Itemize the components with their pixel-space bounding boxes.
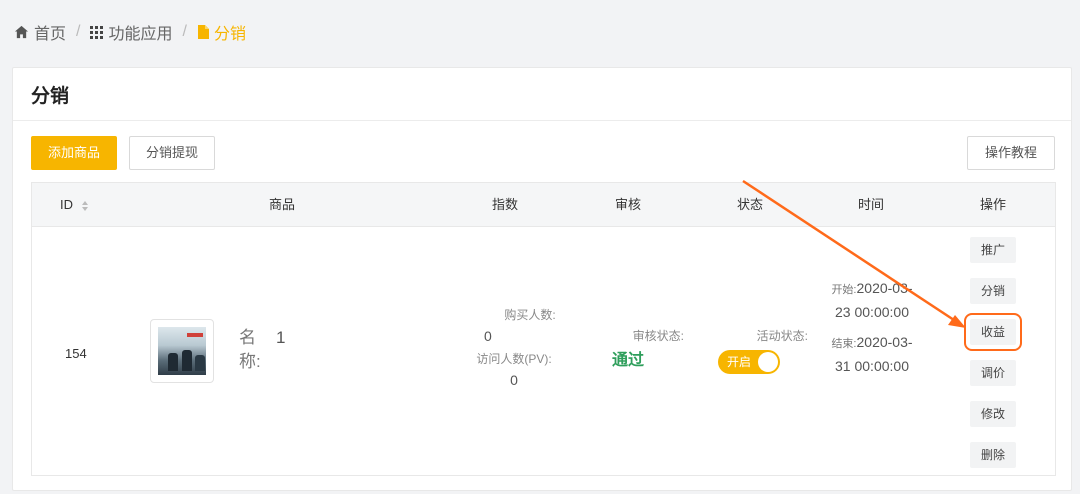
column-header-index: 指数 bbox=[492, 197, 519, 212]
start-time: 开始:2020-03-23 00:00:00 bbox=[827, 277, 917, 323]
home-icon bbox=[14, 25, 29, 39]
add-product-button[interactable]: 添加商品 bbox=[31, 136, 117, 170]
breadcrumb-current: 分销 bbox=[197, 20, 246, 44]
audit-status: 审核状态: 通过 bbox=[612, 327, 722, 370]
column-header-audit: 审核 bbox=[615, 197, 642, 212]
earnings-button[interactable]: 收益 bbox=[964, 313, 1022, 351]
card-header: 分销 bbox=[13, 68, 1071, 121]
grid-icon bbox=[90, 25, 104, 39]
withdraw-button[interactable]: 分销提现 bbox=[129, 136, 215, 170]
breadcrumb-home[interactable]: 首页 bbox=[14, 20, 66, 44]
table-row: 154 名称: 1 购买人数: 0 访问人数(PV): 0 审核状态: 通过 活… bbox=[32, 227, 1055, 476]
product-name-value: 1 bbox=[276, 328, 286, 347]
breadcrumb-home-label: 首页 bbox=[34, 26, 67, 43]
table-header: ID 商品 指数 审核 状态 时间 操作 bbox=[32, 183, 1055, 227]
product-thumbnail[interactable] bbox=[150, 319, 214, 383]
breadcrumb-separator: / bbox=[182, 23, 187, 40]
sort-icon[interactable] bbox=[81, 200, 89, 212]
toggle-label: 开启 bbox=[727, 355, 752, 369]
start-label: 开始: bbox=[831, 284, 857, 296]
end-time: 结束:2020-03-31 00:00:00 bbox=[827, 331, 917, 377]
product-image bbox=[158, 327, 206, 375]
pv-stat: 访问人数(PV): 0 bbox=[464, 349, 564, 391]
buyers-label: 购买人数: bbox=[504, 308, 556, 322]
breadcrumb-separator: / bbox=[76, 23, 81, 40]
breadcrumb-section-label: 功能应用 bbox=[108, 26, 173, 43]
breadcrumb: 首页 / 功能应用 / 分销 bbox=[14, 20, 246, 44]
row-actions: 推广 分销 收益 调价 修改 删除 bbox=[964, 237, 1022, 483]
column-header-label: ID bbox=[60, 197, 73, 212]
end-label: 结束: bbox=[831, 338, 857, 350]
tutorial-button[interactable]: 操作教程 bbox=[967, 136, 1055, 170]
column-header-status: 状态 bbox=[737, 197, 764, 212]
delete-button[interactable]: 删除 bbox=[970, 442, 1016, 468]
toolbar: 添加商品 分销提现 操作教程 bbox=[31, 136, 1055, 170]
breadcrumb-section[interactable]: 功能应用 bbox=[90, 20, 172, 44]
pv-label: 访问人数(PV): bbox=[476, 352, 552, 366]
audit-label: 审核状态: bbox=[632, 329, 684, 343]
audit-value: 通过 bbox=[612, 352, 645, 369]
edit-button[interactable]: 修改 bbox=[970, 401, 1016, 427]
breadcrumb-current-label: 分销 bbox=[213, 26, 246, 43]
page-title: 分销 bbox=[31, 86, 70, 107]
column-header-time: 时间 bbox=[858, 197, 885, 212]
buyers-value: 0 bbox=[484, 328, 492, 344]
buyers-stat: 购买人数: 0 bbox=[480, 305, 580, 347]
row-id: 154 bbox=[65, 346, 87, 361]
activity-status: 活动状态: 开启 bbox=[718, 327, 808, 374]
activity-toggle[interactable]: 开启 bbox=[718, 350, 780, 374]
column-header-product: 商品 bbox=[269, 197, 296, 212]
promote-button[interactable]: 推广 bbox=[970, 237, 1016, 263]
column-header-id[interactable]: ID bbox=[60, 183, 89, 227]
adjust-price-button[interactable]: 调价 bbox=[970, 360, 1016, 386]
time-range: 开始:2020-03-23 00:00:00 结束:2020-03-31 00:… bbox=[827, 277, 917, 377]
activity-status-label: 活动状态: bbox=[756, 329, 808, 343]
distribute-button[interactable]: 分销 bbox=[970, 278, 1016, 304]
column-header-actions: 操作 bbox=[980, 197, 1007, 212]
pv-value: 0 bbox=[510, 372, 518, 388]
product-name-label: 名称: bbox=[239, 328, 261, 371]
distribution-table: ID 商品 指数 审核 状态 时间 操作 154 名称: 1 购买人数: 0 访… bbox=[31, 182, 1056, 476]
file-icon bbox=[197, 25, 209, 39]
toggle-knob bbox=[758, 352, 778, 372]
distribution-card: 分销 添加商品 分销提现 操作教程 ID 商品 指数 审核 状态 时间 操作 1… bbox=[12, 67, 1072, 491]
